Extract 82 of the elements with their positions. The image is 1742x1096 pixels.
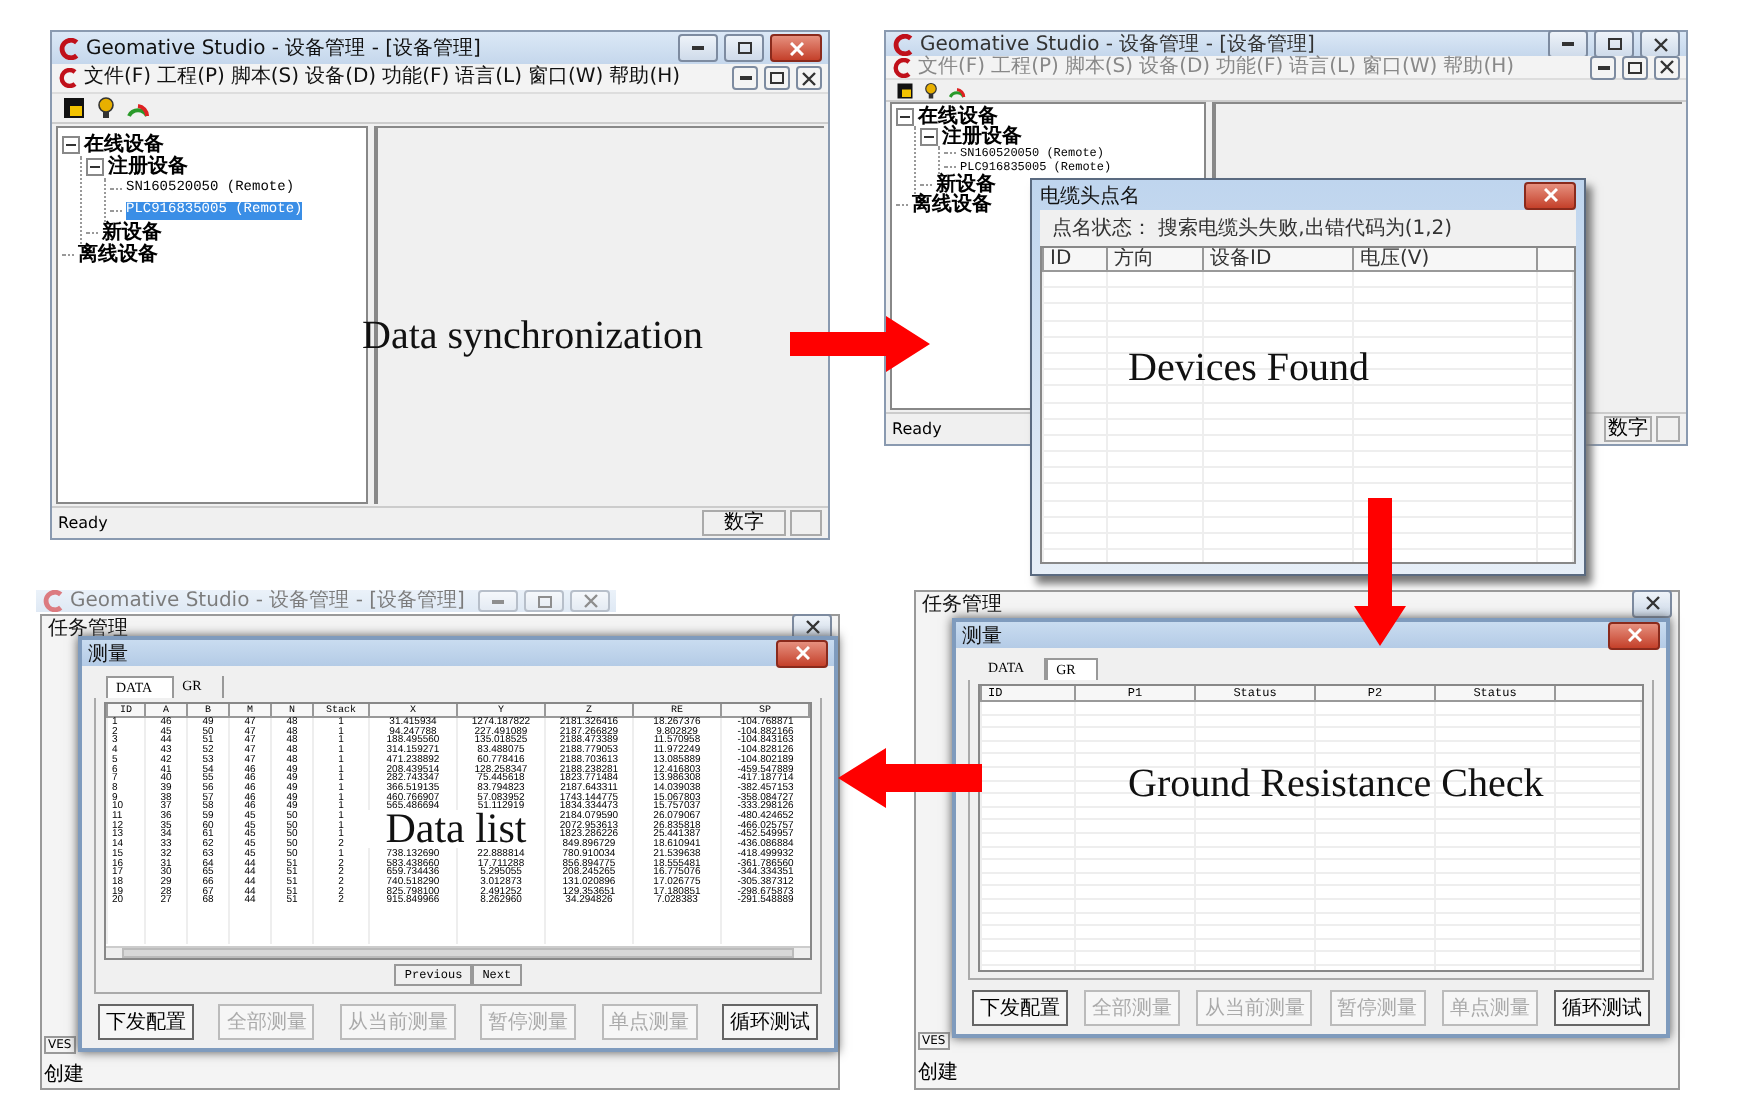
column-header[interactable]: 电压(V) <box>1353 248 1537 271</box>
minimize-icon <box>739 76 751 80</box>
status-text: Ready <box>58 514 108 532</box>
window-title: Geomative Studio - 设备管理 - [设备管理] <box>920 32 1315 56</box>
close-icon <box>583 594 597 608</box>
arrow <box>790 316 934 372</box>
menu-item[interactable]: 帮助(H) <box>609 66 681 90</box>
create-label: 创建 <box>44 1064 86 1086</box>
logo-icon <box>42 590 64 612</box>
window-title: 任务管理 <box>48 615 128 641</box>
close-button[interactable] <box>1524 181 1576 209</box>
close-icon <box>805 620 819 634</box>
menu-item[interactable]: 工程(P) <box>157 66 225 90</box>
close-icon <box>1653 37 1667 51</box>
close-icon <box>789 41 803 55</box>
caption: Data synchronization <box>362 314 703 360</box>
close-icon <box>795 646 809 660</box>
minimize-button[interactable] <box>732 66 758 90</box>
minimize-icon <box>492 599 504 603</box>
minimize-icon <box>692 46 704 50</box>
status-indicator: 数字 <box>1604 416 1652 442</box>
tree-item[interactable]: 离线设备 <box>78 244 158 266</box>
tree-item[interactable]: 新设备 <box>936 173 996 195</box>
maximize-icon <box>537 595 551 607</box>
arrow <box>838 748 982 808</box>
window-title: Geomative Studio - 设备管理 - [设备管理] <box>86 36 481 62</box>
menu-item[interactable]: 文件(F) <box>84 66 152 90</box>
tree-item[interactable]: 注册设备 <box>108 156 188 178</box>
close-button[interactable] <box>776 639 828 667</box>
maximize-icon <box>770 72 784 84</box>
maximize-button[interactable] <box>724 34 764 62</box>
window-title: 测量 <box>88 641 128 667</box>
close-button[interactable] <box>1608 621 1660 649</box>
action-button[interactable]: 循环测试 <box>721 1004 818 1040</box>
menu-item[interactable]: 设备(D) <box>305 66 377 90</box>
status-panel <box>790 510 822 536</box>
scrollbar[interactable] <box>106 946 810 958</box>
status-text: Ready <box>892 420 942 438</box>
status-message: 点名状态： 搜索电缆头失败,出错代码为(1,2) <box>1040 210 1576 246</box>
minimize-icon <box>1562 42 1574 46</box>
collapse-icon[interactable] <box>920 127 938 145</box>
menu-item[interactable]: 窗口(W) <box>528 66 604 90</box>
menu-item[interactable]: 功能(F) <box>382 66 450 90</box>
tree-item[interactable]: 注册设备 <box>942 125 1022 147</box>
close-icon <box>802 71 816 85</box>
status-indicator: 数字 <box>702 510 786 536</box>
logo-icon <box>892 57 912 77</box>
collapse-icon[interactable] <box>62 136 80 154</box>
tree-item[interactable]: 在线设备 <box>84 134 164 156</box>
window-title: 测量 <box>962 623 1002 649</box>
menu-item[interactable]: 语言(L) <box>455 66 523 90</box>
status-panel <box>1656 416 1680 442</box>
close-icon <box>1660 60 1674 74</box>
caption: Devices Found <box>1128 346 1370 392</box>
square-icon[interactable] <box>62 96 86 120</box>
window-title: 任务管理 <box>922 591 1002 617</box>
close-button[interactable] <box>796 66 822 90</box>
maximize-button[interactable] <box>764 66 790 90</box>
action-button[interactable]: 下发配置 <box>98 1004 194 1040</box>
close-icon <box>1627 628 1641 642</box>
create-label: 创建 <box>918 1062 960 1084</box>
maximize-icon <box>737 42 751 54</box>
tree-item[interactable]: 新设备 <box>102 222 162 244</box>
minimize-icon <box>1597 65 1609 69</box>
menu-item[interactable]: 脚本(S) <box>230 66 300 90</box>
lightbulb-icon[interactable] <box>94 96 118 120</box>
action-button[interactable]: 下发配置 <box>972 990 1068 1026</box>
window-title: 电缆头点名 <box>1040 183 1140 209</box>
close-button[interactable] <box>770 34 822 62</box>
close-icon <box>1543 188 1557 202</box>
caption: Ground Resistance Check <box>1128 762 1544 808</box>
close-icon <box>1645 596 1659 610</box>
minimize-button[interactable] <box>678 34 718 62</box>
column-header[interactable]: ID <box>1043 248 1107 271</box>
window-title: Geomative Studio - 设备管理 - [设备管理] <box>70 590 465 612</box>
action-button[interactable]: 循环测试 <box>1553 990 1650 1026</box>
logo-icon <box>892 33 914 55</box>
logo-icon <box>58 68 78 88</box>
column-header[interactable]: 设备ID <box>1203 248 1353 271</box>
close-button[interactable] <box>1632 589 1672 617</box>
collapse-icon[interactable] <box>86 158 104 176</box>
logo-icon <box>58 37 80 59</box>
